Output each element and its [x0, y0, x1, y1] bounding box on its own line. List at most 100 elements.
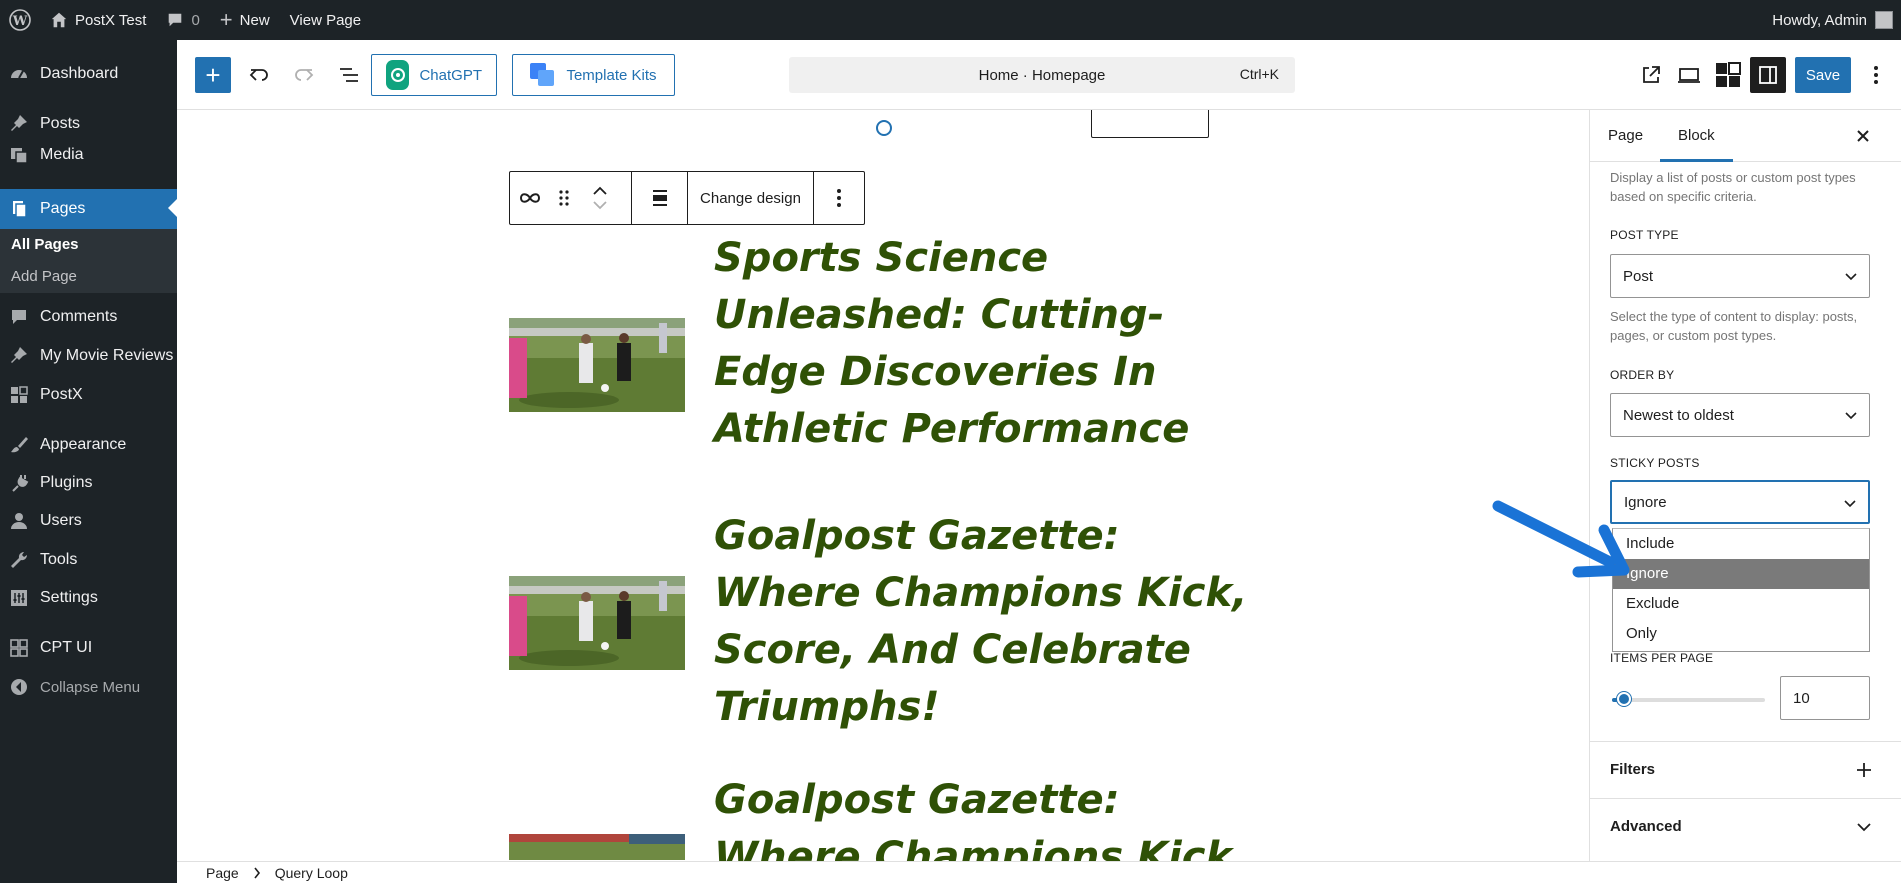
align-button[interactable] — [633, 172, 687, 224]
new-content-link[interactable]: + New — [210, 0, 280, 40]
sidebar-item-label: Posts — [40, 115, 81, 132]
add-block-button[interactable]: + — [195, 57, 231, 93]
chevron-up-icon — [593, 186, 607, 195]
comments-count: 0 — [191, 11, 200, 29]
media-icon — [8, 144, 30, 166]
undo-button[interactable] — [241, 57, 277, 93]
post-title[interactable]: Goalpost Gazette: Where Champions Kick — [714, 772, 1274, 861]
site-name-link[interactable]: PostX Test — [40, 0, 156, 40]
site-name: PostX Test — [75, 11, 147, 29]
wp-logo-button[interactable]: W — [0, 0, 40, 40]
block-toolbar-group-parent — [510, 172, 632, 224]
sidebar-item-appearance[interactable]: Appearance — [0, 426, 177, 464]
submenu-add-page[interactable]: Add Page — [0, 261, 177, 293]
sidebar-item-comments[interactable]: Comments — [0, 298, 177, 336]
query-loop-block-button[interactable] — [510, 172, 550, 224]
external-link-icon — [1643, 66, 1660, 83]
sidebar-item-label: Comments — [40, 308, 118, 325]
post-title[interactable]: Goalpost Gazette: Where Champions Kick, … — [714, 508, 1274, 736]
pin-icon — [8, 345, 30, 367]
view-page-label: View Page — [289, 11, 362, 29]
sidebar-item-label: Users — [40, 512, 82, 529]
block-options-button[interactable] — [815, 172, 863, 224]
post-type-select[interactable]: Post — [1610, 254, 1870, 298]
breadcrumb-query-loop[interactable]: Query Loop — [275, 865, 348, 881]
sidebar-item-label: My Movie Reviews — [40, 347, 174, 364]
post-title[interactable]: Sports Science Unleashed: Cutting-Edge D… — [714, 230, 1274, 458]
my-account[interactable]: Howdy, Admin — [1772, 0, 1901, 40]
editor-canvas[interactable]: Change design Sports Science Unleashed: … — [177, 110, 1589, 861]
block-toolbar-group-design: Change design — [688, 172, 814, 224]
view-post-button[interactable] — [1633, 57, 1669, 93]
sidebar-item-label: Collapse Menu — [40, 678, 141, 696]
filters-panel-toggle[interactable]: Filters — [1590, 741, 1901, 797]
sidebar-icon — [1759, 66, 1777, 84]
post-thumbnail[interactable] — [509, 576, 685, 670]
move-buttons[interactable] — [578, 172, 622, 224]
save-button[interactable]: Save — [1795, 57, 1851, 93]
chatgpt-button[interactable]: ChatGPT — [371, 54, 497, 96]
sidebar-item-settings[interactable]: Settings — [0, 579, 177, 617]
sidebar-item-tools[interactable]: Tools — [0, 541, 177, 579]
sidebar-item-label: PostX — [40, 386, 83, 403]
close-settings-button[interactable] — [1851, 124, 1875, 148]
sidebar-item-dashboard[interactable]: Dashboard — [0, 55, 177, 93]
load-more-button[interactable] — [1091, 110, 1209, 138]
postx-icon — [1716, 62, 1741, 87]
redo-button[interactable] — [286, 57, 322, 93]
order-by-select[interactable]: Newest to oldest — [1610, 393, 1870, 437]
pages-submenu: All Pages Add Page — [0, 229, 177, 293]
chevron-down-icon — [593, 201, 607, 210]
settings-sidebar-toggle[interactable] — [1750, 57, 1786, 93]
undo-icon — [249, 69, 268, 81]
dropdown-option-ignore[interactable]: Ignore — [1613, 559, 1869, 589]
document-overview-button[interactable] — [331, 57, 367, 93]
postx-builder-button[interactable] — [1710, 57, 1746, 93]
items-per-page-label: ITEMS PER PAGE — [1610, 651, 1714, 665]
comment-icon — [8, 306, 30, 328]
sidebar-item-pages[interactable]: Pages — [0, 189, 177, 229]
comments-link[interactable]: 0 — [156, 0, 209, 40]
submenu-all-pages[interactable]: All Pages — [0, 229, 177, 261]
plus-icon: + — [219, 7, 233, 32]
comment-icon — [169, 13, 182, 27]
soccer-photo — [509, 318, 685, 412]
soccer-photo — [509, 576, 685, 670]
sidebar-item-media[interactable]: Media — [0, 136, 177, 174]
post-thumbnail[interactable] — [509, 318, 685, 412]
advanced-panel-toggle[interactable]: Advanced — [1590, 798, 1901, 854]
chevron-down-icon — [1844, 500, 1856, 508]
sticky-posts-select[interactable]: Ignore — [1610, 480, 1870, 524]
slider-thumb[interactable] — [1617, 692, 1631, 706]
grid-icon — [8, 637, 30, 659]
tab-block[interactable]: Block — [1660, 110, 1733, 162]
options-button[interactable] — [1863, 57, 1889, 93]
dropdown-option-include[interactable]: Include — [1613, 529, 1869, 559]
plugin-icon — [8, 472, 30, 494]
collapse-menu-button[interactable]: Collapse Menu — [0, 668, 177, 706]
tab-page[interactable]: Page — [1590, 110, 1661, 162]
post-thumbnail[interactable] — [509, 834, 685, 860]
sidebar-item-my-movie-reviews[interactable]: My Movie Reviews — [0, 337, 177, 375]
template-kits-button[interactable]: Template Kits — [512, 54, 675, 96]
view-page-link[interactable]: View Page — [280, 0, 371, 40]
sidebar-item-cpt-ui[interactable]: CPT UI — [0, 629, 177, 667]
dropdown-option-only[interactable]: Only — [1613, 619, 1869, 649]
command-palette-bar[interactable]: Home · Homepage Ctrl+K — [789, 57, 1295, 93]
dashboard-icon — [8, 63, 30, 85]
sidebar-item-plugins[interactable]: Plugins — [0, 464, 177, 502]
admin-sidebar: Dashboard Posts Media Pages All Pages Ad… — [0, 40, 177, 883]
pages-icon — [8, 198, 30, 220]
sidebar-item-users[interactable]: Users — [0, 502, 177, 540]
brush-icon — [8, 434, 30, 456]
items-per-page-input[interactable]: 10 — [1780, 676, 1870, 720]
breadcrumb-page[interactable]: Page — [206, 865, 239, 881]
order-by-label: ORDER BY — [1610, 368, 1675, 382]
device-preview-button[interactable] — [1671, 57, 1707, 93]
dropdown-option-exclude[interactable]: Exclude — [1613, 589, 1869, 619]
sidebar-item-postx[interactable]: PostX — [0, 376, 177, 414]
change-design-button[interactable]: Change design — [692, 172, 809, 224]
items-per-page-slider[interactable] — [1612, 692, 1765, 706]
keyboard-shortcut: Ctrl+K — [1239, 66, 1279, 82]
drag-handle[interactable] — [550, 172, 578, 224]
